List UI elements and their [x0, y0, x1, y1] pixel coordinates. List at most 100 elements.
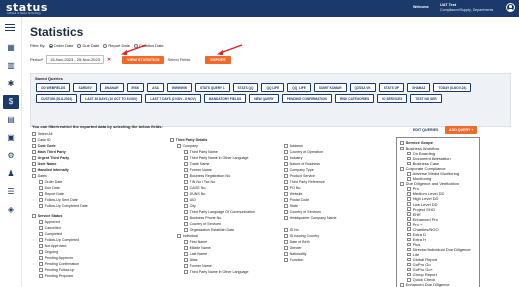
- checkbox[interactable]: [284, 180, 288, 184]
- checkbox[interactable]: [39, 274, 43, 278]
- checkbox[interactable]: [170, 138, 174, 142]
- checkbox[interactable]: [39, 204, 43, 208]
- list-icon[interactable]: ☰: [3, 185, 19, 199]
- checkbox[interactable]: [407, 202, 411, 206]
- checkbox[interactable]: [284, 216, 288, 220]
- checkbox[interactable]: [184, 186, 188, 190]
- checkbox[interactable]: [184, 246, 188, 250]
- checkbox[interactable]: [284, 246, 288, 250]
- checkbox[interactable]: [184, 198, 188, 202]
- checkbox[interactable]: [32, 156, 36, 160]
- checkbox[interactable]: [39, 250, 43, 254]
- checkbox[interactable]: [284, 234, 288, 238]
- checkbox[interactable]: [184, 252, 188, 256]
- saved-query-button[interactable]: IO SERVICES: [377, 94, 408, 104]
- checkbox[interactable]: [184, 156, 188, 160]
- scope-item[interactable]: Enhanced Due Diligence: [400, 282, 476, 287]
- checkbox[interactable]: [39, 268, 43, 272]
- saved-query-button[interactable]: MANDATORY FIELDS: [203, 94, 247, 104]
- filter-order-date[interactable]: Order Date: [48, 43, 73, 48]
- checkbox[interactable]: [39, 198, 43, 202]
- checkbox[interactable]: [184, 264, 188, 268]
- checkbox[interactable]: [400, 282, 404, 287]
- checkbox[interactable]: [39, 256, 43, 260]
- users-icon[interactable]: ♟: [3, 167, 19, 181]
- checkbox[interactable]: [407, 197, 411, 201]
- checkbox[interactable]: [184, 228, 188, 232]
- checkbox[interactable]: [407, 277, 411, 282]
- checkbox[interactable]: [177, 234, 181, 238]
- radio-icon[interactable]: [103, 43, 108, 48]
- checkbox[interactable]: [400, 182, 404, 186]
- checkbox[interactable]: [39, 180, 43, 184]
- checkbox[interactable]: [407, 151, 411, 156]
- checkbox[interactable]: [32, 162, 36, 166]
- checkbox[interactable]: [32, 138, 36, 142]
- checkbox[interactable]: [407, 171, 411, 176]
- checkbox[interactable]: [284, 144, 288, 148]
- checkbox[interactable]: [407, 227, 411, 232]
- saved-query-button[interactable]: TEST NO SER: [410, 94, 442, 104]
- checkbox[interactable]: [284, 186, 288, 190]
- period-input[interactable]: 15-Nov-2023 - 25-Nov-2023: [46, 55, 104, 64]
- checkbox[interactable]: [284, 192, 288, 196]
- saved-query-button[interactable]: CUSTOM (20-8-2024): [36, 94, 78, 104]
- checkbox[interactable]: [284, 240, 288, 244]
- radio-icon[interactable]: [48, 43, 53, 48]
- checkbox[interactable]: [39, 226, 43, 230]
- checkbox[interactable]: [407, 217, 411, 221]
- checkbox[interactable]: [284, 162, 288, 166]
- checkbox[interactable]: [184, 210, 188, 214]
- checkbox[interactable]: [32, 168, 36, 172]
- checkbox[interactable]: [407, 237, 411, 242]
- filter-due-date[interactable]: Due Date: [77, 43, 99, 48]
- checkbox[interactable]: [407, 247, 411, 252]
- checkbox[interactable]: [407, 187, 411, 191]
- gear-icon[interactable]: ✱: [3, 77, 19, 91]
- checkbox[interactable]: [407, 222, 411, 227]
- checkbox-row[interactable]: Pending Proposer: [39, 273, 88, 279]
- checkbox[interactable]: [39, 244, 43, 248]
- saved-query-button[interactable]: QQ LIFE: [261, 83, 285, 93]
- checkbox[interactable]: [177, 144, 181, 148]
- saved-query-button[interactable]: DNANAR: [99, 83, 124, 93]
- checkbox[interactable]: [284, 168, 288, 172]
- checkbox[interactable]: [284, 252, 288, 256]
- checkbox[interactable]: [400, 141, 404, 145]
- saved-query-button[interactable]: OD WEBFIELDS: [36, 83, 71, 93]
- saved-query-button[interactable]: WWWWW: [166, 83, 192, 93]
- checkbox[interactable]: [39, 238, 43, 242]
- saved-query-button[interactable]: STATS QUERY 1: [194, 83, 230, 93]
- checkbox[interactable]: [32, 214, 36, 218]
- checkbox[interactable]: [407, 161, 411, 166]
- checkbox[interactable]: [407, 242, 411, 247]
- user-avatar-icon[interactable]: [506, 3, 515, 12]
- export-button[interactable]: EXPORT: [205, 55, 232, 64]
- briefcase-icon[interactable]: ▣: [3, 131, 19, 145]
- checkbox[interactable]: [39, 192, 43, 196]
- checkbox[interactable]: [407, 257, 411, 262]
- saved-query-button[interactable]: IRSK: [126, 83, 145, 93]
- checkbox[interactable]: [284, 258, 288, 262]
- checkbox[interactable]: [184, 222, 188, 226]
- layers-icon[interactable]: ◈: [3, 203, 19, 217]
- checkbox[interactable]: [407, 207, 411, 211]
- checkbox[interactable]: [39, 232, 43, 236]
- checkbox[interactable]: [284, 198, 288, 202]
- saved-query-button[interactable]: ASA: [147, 83, 164, 93]
- checkbox[interactable]: [32, 150, 36, 154]
- saved-query-button[interactable]: SARDEV: [73, 83, 97, 93]
- checkbox-row[interactable]: Function: [284, 257, 337, 263]
- checkbox[interactable]: [184, 204, 188, 208]
- saved-query-button[interactable]: SUMIT KUMAR: [313, 83, 347, 93]
- checkbox[interactable]: [184, 168, 188, 172]
- menu-icon[interactable]: [5, 24, 15, 31]
- checkbox[interactable]: [284, 156, 288, 160]
- settings-icon[interactable]: ⚙: [3, 149, 19, 163]
- radio-icon[interactable]: [77, 43, 82, 48]
- checkbox[interactable]: [407, 232, 411, 237]
- checkbox[interactable]: [284, 150, 288, 154]
- view-statistics-button[interactable]: VIEW STATISTICS: [122, 55, 165, 64]
- checkbox[interactable]: [284, 228, 288, 232]
- saved-query-button[interactable]: SHABAZ: [407, 83, 431, 93]
